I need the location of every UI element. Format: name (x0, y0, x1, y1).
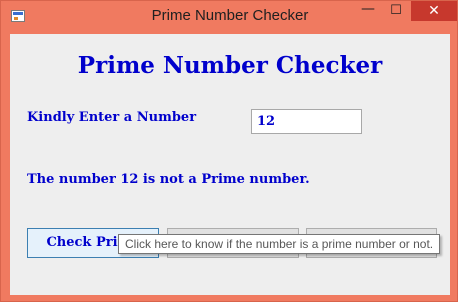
minimize-button[interactable]: — (355, 1, 381, 21)
check-prime-tooltip: Click here to know if the number is a pr… (118, 234, 441, 254)
app-window: Prime Number Checker — ☐ ✕ Prime Number … (0, 0, 458, 302)
number-input[interactable] (251, 109, 362, 134)
title-bar[interactable]: Prime Number Checker — ☐ ✕ (1, 1, 458, 33)
page-title: Prime Number Checker (77, 52, 383, 79)
close-button[interactable]: ✕ (411, 1, 457, 21)
number-prompt-label: Kindly Enter a Number (27, 110, 197, 125)
form-client-area: Prime Number Checker Kindly Enter a Numb… (10, 34, 450, 295)
result-message: The number 12 is not a Prime number. (27, 172, 310, 187)
maximize-button[interactable]: ☐ (383, 1, 409, 21)
